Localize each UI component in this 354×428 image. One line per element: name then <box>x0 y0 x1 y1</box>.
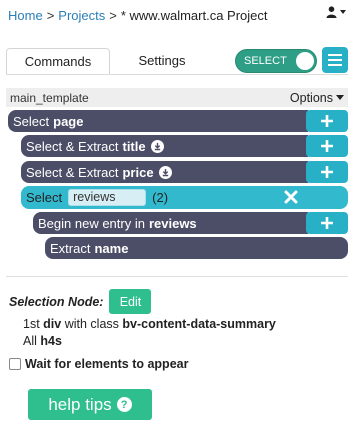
node-tag-plural: h4s <box>40 334 62 348</box>
node-ordinal: 1st <box>23 317 40 331</box>
breadcrumb-current-project: * www.walmart.ca Project <box>120 7 268 23</box>
node-all-text: All <box>23 334 37 348</box>
command-target: page <box>53 113 84 129</box>
select-toggle-label: SELECT <box>244 55 287 67</box>
command-extract-name[interactable]: Extract name <box>45 237 348 259</box>
selection-node-description: 1st div with class bv-content-data-summa… <box>23 316 276 350</box>
toggle-knob <box>296 52 314 70</box>
wait-for-elements-option: Wait for elements to appear <box>9 357 188 371</box>
add-command-button[interactable] <box>306 110 348 132</box>
question-icon: ? <box>116 397 132 412</box>
add-command-button[interactable] <box>306 135 348 157</box>
chevron-down-icon <box>340 10 346 14</box>
help-tips-button[interactable]: help tips ? <box>28 389 152 420</box>
command-select-extract-title[interactable]: Select & Extract title <box>21 135 308 157</box>
add-command-button[interactable] <box>306 161 348 183</box>
command-begin-new-entry[interactable]: Begin new entry in reviews <box>33 212 308 234</box>
tab-commands[interactable]: Commands <box>6 48 110 74</box>
command-target: reviews <box>148 215 197 231</box>
section-divider <box>6 276 348 277</box>
template-header: main_template Options <box>6 88 348 107</box>
user-icon <box>326 6 337 18</box>
node-tag: div <box>43 317 62 331</box>
node-desc-line-1: 1st div with class bv-content-data-summa… <box>23 316 276 333</box>
command-prefix: Begin new entry in <box>38 215 145 231</box>
help-tips-label: help tips <box>48 394 112 414</box>
tab-divider <box>6 74 348 75</box>
wait-checkbox[interactable] <box>9 358 21 370</box>
breadcrumb-separator: > <box>46 7 55 23</box>
close-icon[interactable] <box>283 189 299 205</box>
selection-node-section: Selection Node: Edit <box>9 289 152 314</box>
tab-bar: Commands Settings <box>6 48 226 74</box>
plus-icon <box>321 115 333 127</box>
select-toggle[interactable]: SELECT <box>235 49 317 73</box>
command-prefix: Select <box>26 190 63 205</box>
options-label: Options <box>289 90 333 105</box>
command-target: name <box>94 240 129 256</box>
plus-icon <box>321 166 333 178</box>
menu-icon <box>328 54 342 56</box>
breadcrumb-projects-link[interactable]: Projects <box>58 8 105 23</box>
node-class-name: bv-content-data-summary <box>122 317 276 331</box>
download-icon[interactable] <box>150 139 164 153</box>
breadcrumb: Home > Projects > * www.walmart.ca Proje… <box>8 6 346 24</box>
command-select-page[interactable]: Select page <box>8 110 308 132</box>
template-name: main_template <box>10 90 89 105</box>
plus-icon <box>321 217 333 229</box>
download-icon[interactable] <box>158 165 172 179</box>
breadcrumb-separator: > <box>109 7 117 23</box>
caret-down-icon <box>336 95 344 100</box>
selection-name-input[interactable]: reviews <box>68 189 147 206</box>
command-prefix: Select & Extract <box>26 138 119 154</box>
command-prefix: Extract <box>50 240 91 256</box>
command-target: title <box>122 138 146 154</box>
add-command-button[interactable] <box>306 212 348 234</box>
selection-node-label: Selection Node: <box>9 294 104 309</box>
command-prefix: Select <box>13 113 50 129</box>
tab-settings[interactable]: Settings <box>110 48 214 74</box>
edit-button[interactable]: Edit <box>109 289 152 314</box>
command-prefix: Select & Extract <box>26 164 119 180</box>
breadcrumb-home-link[interactable]: Home <box>8 8 43 23</box>
plus-icon <box>321 140 333 152</box>
node-with-class-text: with class <box>64 317 119 331</box>
user-menu[interactable] <box>326 6 346 18</box>
hamburger-menu-button[interactable] <box>322 47 348 73</box>
command-select-extract-price[interactable]: Select & Extract price <box>21 161 308 183</box>
menu-icon <box>328 59 342 61</box>
command-target: price <box>122 164 154 180</box>
selection-count: (2) <box>152 190 169 205</box>
options-dropdown[interactable]: Options <box>290 91 344 105</box>
command-select-reviews[interactable]: Select reviews (2) <box>21 186 348 209</box>
node-desc-line-2: All h4s <box>23 333 276 350</box>
menu-icon <box>328 64 342 66</box>
wait-checkbox-label: Wait for elements to appear <box>25 357 189 371</box>
